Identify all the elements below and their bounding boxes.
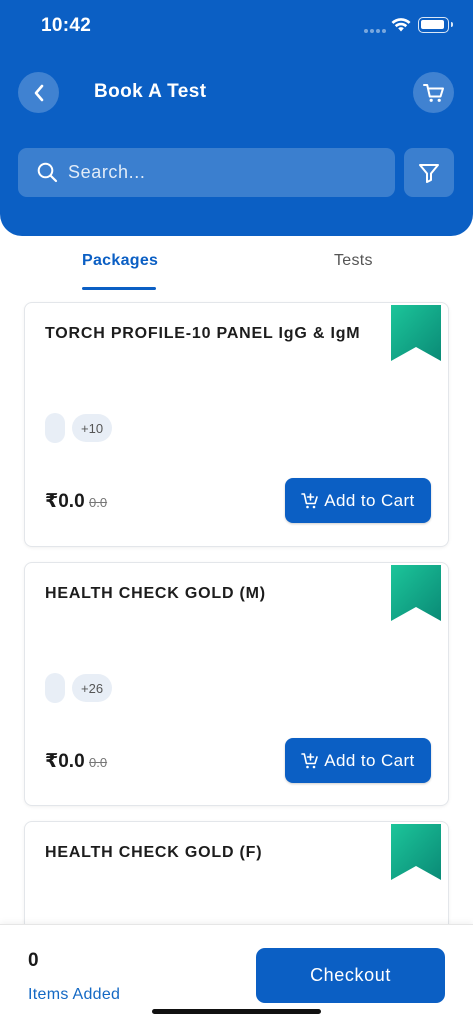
add-to-cart-label: Add to Cart — [324, 750, 415, 770]
package-card[interactable]: TORCH PROFILE-10 PANEL IgG & IgM +10 ₹0.… — [24, 302, 449, 547]
home-indicator — [152, 1009, 321, 1014]
more-tests-chip[interactable]: +10 — [72, 414, 113, 442]
add-to-cart-icon — [301, 752, 319, 768]
cart-button[interactable] — [413, 72, 454, 113]
tab-tests[interactable]: Tests — [334, 252, 373, 270]
package-old-price: 0.0 — [89, 495, 108, 510]
status-bar: 10:42 — [0, 0, 473, 52]
items-added-label: Items Added — [28, 986, 121, 1003]
checkout-button[interactable]: Checkout — [256, 948, 445, 1003]
add-to-cart-icon — [301, 492, 319, 508]
add-to-cart-button[interactable]: Add to Cart — [285, 738, 431, 783]
cart-icon — [422, 83, 444, 102]
package-price: ₹0.0 — [45, 751, 85, 772]
add-to-cart-label: Add to Cart — [324, 490, 415, 510]
package-card[interactable]: HEALTH CHECK GOLD (M) +26 ₹0.0 0.0 Add t… — [24, 562, 449, 806]
back-button[interactable] — [18, 72, 59, 113]
ribbon-icon — [391, 824, 441, 880]
package-old-price: 0.0 — [89, 755, 108, 770]
bottom-bar: 0 Items Added Checkout — [0, 924, 473, 1024]
test-chip — [45, 673, 65, 703]
package-price: ₹0.0 — [45, 491, 85, 512]
items-count: 0 — [28, 950, 39, 971]
test-chip — [45, 413, 65, 443]
ribbon-icon — [391, 305, 441, 361]
search-icon — [37, 162, 58, 183]
signal-icon — [364, 29, 386, 33]
wifi-icon — [391, 18, 411, 32]
package-name: HEALTH CHECK GOLD (F) — [45, 844, 263, 861]
package-name: TORCH PROFILE-10 PANEL IgG & IgM — [45, 325, 361, 342]
header: 10:42 Book A Test — [0, 0, 473, 236]
search-bar — [18, 148, 395, 197]
filter-button[interactable] — [404, 148, 454, 197]
search-input[interactable] — [68, 148, 378, 197]
package-name: HEALTH CHECK GOLD (M) — [45, 585, 266, 602]
tab-packages[interactable]: Packages — [82, 252, 158, 270]
ribbon-icon — [391, 565, 441, 621]
back-arrow-icon — [34, 84, 43, 101]
page-title: Book A Test — [94, 81, 207, 102]
more-tests-chip[interactable]: +26 — [72, 674, 113, 702]
tab-active-indicator — [82, 287, 156, 290]
status-time: 10:42 — [41, 15, 92, 36]
filter-icon — [419, 163, 439, 183]
battery-icon — [418, 17, 453, 33]
add-to-cart-button[interactable]: Add to Cart — [285, 478, 431, 523]
